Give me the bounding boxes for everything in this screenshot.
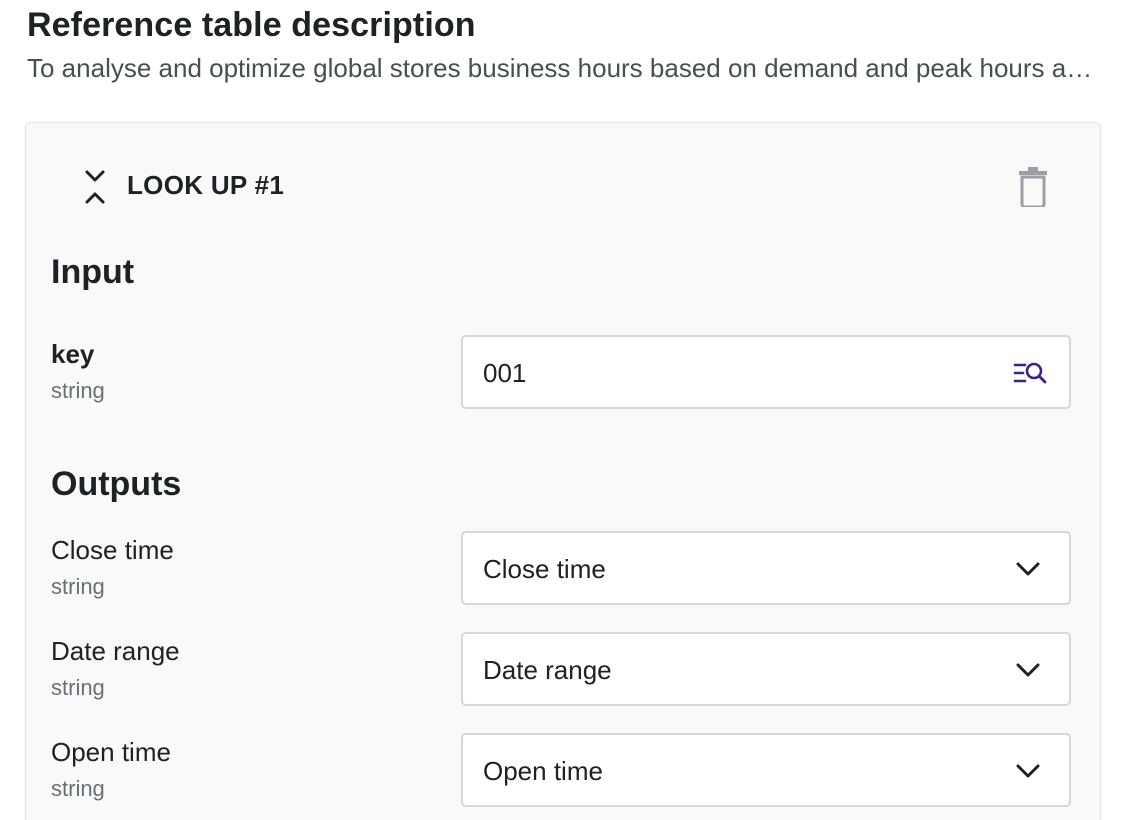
chevron-down-icon [1015,761,1041,781]
output-field-label: Date range [51,636,180,666]
chevron-down-icon [1015,559,1041,579]
collapse-chevrons-icon[interactable] [81,168,109,208]
open-time-select[interactable]: Open time [461,733,1071,807]
output-field-type: string [51,675,105,700]
output-field-label: Close time [51,535,174,565]
input-section-heading: Input [51,253,135,291]
lookup-title: LOOK UP #1 [127,170,285,200]
output-field-type: string [51,776,105,801]
input-field-label: key [51,339,95,369]
key-input-value: 001 [483,358,527,388]
reference-table-title: Reference table description [27,6,476,44]
trash-icon[interactable] [1016,167,1050,209]
input-field-type: string [51,378,105,403]
output-field-type: string [51,574,105,599]
output-field-label: Open time [51,737,171,767]
reference-table-description: To analyse and optimize global stores bu… [27,53,1102,83]
select-value: Close time [483,554,606,584]
key-input[interactable]: 001 [461,335,1071,409]
lookup-config-page: Reference table description To analyse a… [0,0,1124,820]
close-time-select[interactable]: Close time [461,531,1071,605]
lookup-card: LOOK UP #1 Input key string 001 Outputs … [25,122,1101,820]
date-range-select[interactable]: Date range [461,632,1071,706]
outputs-section-heading: Outputs [51,465,182,503]
chevron-down-icon [1015,660,1041,680]
select-value: Open time [483,756,603,786]
select-value: Date range [483,655,612,685]
list-search-icon[interactable] [1013,359,1047,387]
